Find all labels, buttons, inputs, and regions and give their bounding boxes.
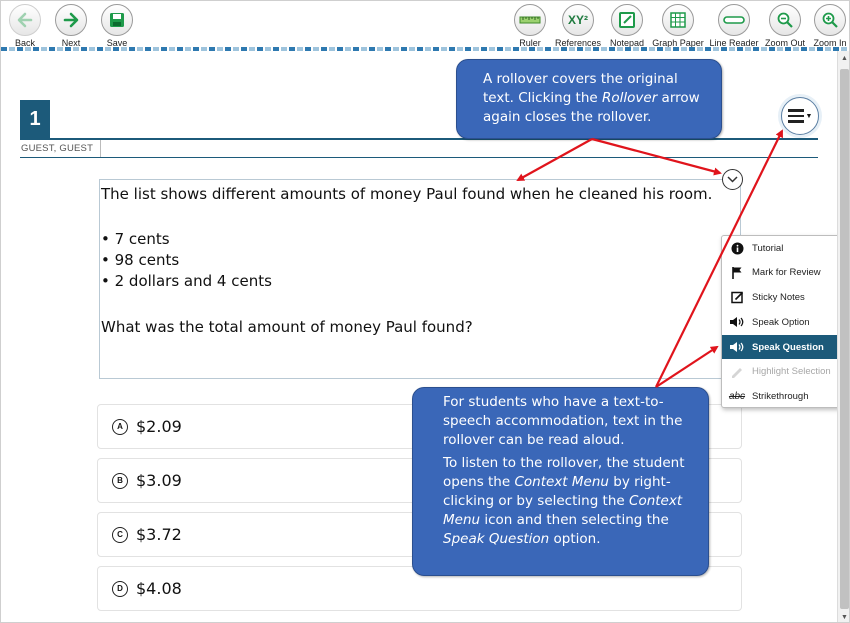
rollover-panel: The list shows different amounts of mone… (99, 179, 741, 379)
menu-item-sticky-notes[interactable]: Sticky Notes (722, 285, 843, 309)
list-item: 98 cents (101, 250, 740, 271)
scroll-down-icon[interactable]: ▼ (841, 614, 848, 621)
callout-line: text. Clicking the Rollover arrow (483, 89, 711, 108)
stimulus-question: What was the total amount of money Paul … (101, 318, 473, 336)
option-letter-b: B (112, 472, 128, 489)
back-arrow-icon (9, 4, 41, 36)
test-page: Back Next Save Ruler XY² References Note… (0, 0, 850, 623)
save-disk-icon (101, 4, 133, 36)
context-menu-button[interactable]: ▼ (781, 97, 819, 135)
chevron-down-icon: ▼ (805, 112, 813, 120)
flag-icon (722, 266, 752, 279)
save-button[interactable]: Save (85, 4, 149, 48)
option-letter-a: A (112, 418, 128, 435)
zoom-in-button[interactable]: Zoom In (798, 4, 849, 48)
callout-text: icon and then selecting the (480, 512, 669, 528)
menu-item-label: Speak Question (752, 341, 824, 353)
list-item: 2 dollars and 4 cents (101, 271, 740, 292)
references-glyph: XY² (567, 13, 588, 27)
toolbar: Back Next Save Ruler XY² References Note… (1, 1, 849, 51)
student-name: GUEST, GUEST (21, 143, 94, 154)
callout-paragraph: To listen to the rollover, the student o… (443, 454, 700, 549)
callout-emphasis: Context Menu (514, 474, 609, 490)
zoom-out-icon (769, 4, 801, 36)
callout-line: again closes the rollover. (483, 109, 652, 125)
speaker-icon (722, 341, 752, 353)
callout-text: text. Clicking the (483, 90, 598, 106)
header-separator (100, 140, 101, 157)
menu-item-label: Sticky Notes (752, 291, 805, 303)
scrollbar[interactable]: ▲ ▼ (837, 51, 849, 622)
scrollbar-thumb[interactable] (840, 69, 849, 609)
sticky-note-icon (722, 291, 752, 304)
arrow-to-stimulus (516, 138, 593, 181)
callout-emphasis: Rollover (602, 90, 658, 106)
info-icon (722, 242, 752, 255)
option-text: $2.09 (136, 417, 182, 436)
text-to-speech-callout: For students who have a text-to-speech a… (412, 387, 709, 576)
rollover-toggle-button[interactable] (722, 169, 743, 190)
strikethrough-icon: abc (728, 390, 746, 402)
speaker-icon (722, 316, 752, 328)
menu-item-label: Speak Option (752, 316, 810, 328)
amount-list: 7 cents 98 cents 2 dollars and 4 cents (101, 229, 740, 292)
highlighter-icon (722, 365, 752, 378)
references-icon: XY² (562, 4, 594, 36)
menu-item-label: Mark for Review (752, 266, 821, 278)
callout-paragraph: For students who have a text-to-speech a… (443, 394, 683, 448)
context-menu: Tutorial Mark for Review Sticky Notes Sp… (721, 235, 844, 408)
next-arrow-icon (55, 4, 87, 36)
line-reader-icon (718, 4, 750, 36)
menu-item-strikethrough[interactable]: abc Strikethrough (722, 384, 843, 408)
rollover-callout: A rollover covers the original text. Cli… (456, 59, 722, 139)
menu-item-label: Strikethrough (752, 390, 809, 402)
menu-item-speak-question[interactable]: Speak Question (722, 335, 843, 359)
graph-paper-icon (662, 4, 694, 36)
graph-paper-button[interactable]: Graph Paper (646, 4, 710, 48)
list-item: 7 cents (101, 229, 740, 250)
notepad-icon (611, 4, 643, 36)
option-text: $3.72 (136, 525, 182, 544)
stimulus-intro: The list shows different amounts of mone… (101, 185, 713, 203)
option-letter-c: C (112, 526, 128, 543)
menu-item-label: Highlight Selection (752, 365, 831, 377)
callout-text: option. (549, 531, 601, 547)
menu-item-tutorial[interactable]: Tutorial (722, 236, 843, 260)
option-text: $4.08 (136, 579, 182, 598)
scroll-up-icon[interactable]: ▲ (841, 55, 848, 62)
question-number: 1 (20, 100, 50, 139)
arrow-to-rollover-toggle (591, 137, 722, 176)
toolbar-divider (1, 47, 849, 51)
hamburger-menu-icon (787, 109, 804, 123)
callout-emphasis: Speak Question (443, 531, 550, 547)
chevron-down-icon (727, 176, 738, 183)
ruler-icon (514, 4, 546, 36)
option-letter-d: D (112, 580, 128, 597)
menu-item-highlight-selection: Highlight Selection (722, 359, 843, 383)
menu-item-speak-option[interactable]: Speak Option (722, 310, 843, 334)
callout-text: arrow (657, 90, 700, 106)
header-underline (20, 157, 818, 158)
menu-item-mark-for-review[interactable]: Mark for Review (722, 260, 843, 284)
zoom-in-icon (814, 4, 846, 36)
callout-line: A rollover covers the original (483, 71, 678, 87)
menu-item-label: Tutorial (752, 242, 784, 254)
option-text: $3.09 (136, 471, 182, 490)
